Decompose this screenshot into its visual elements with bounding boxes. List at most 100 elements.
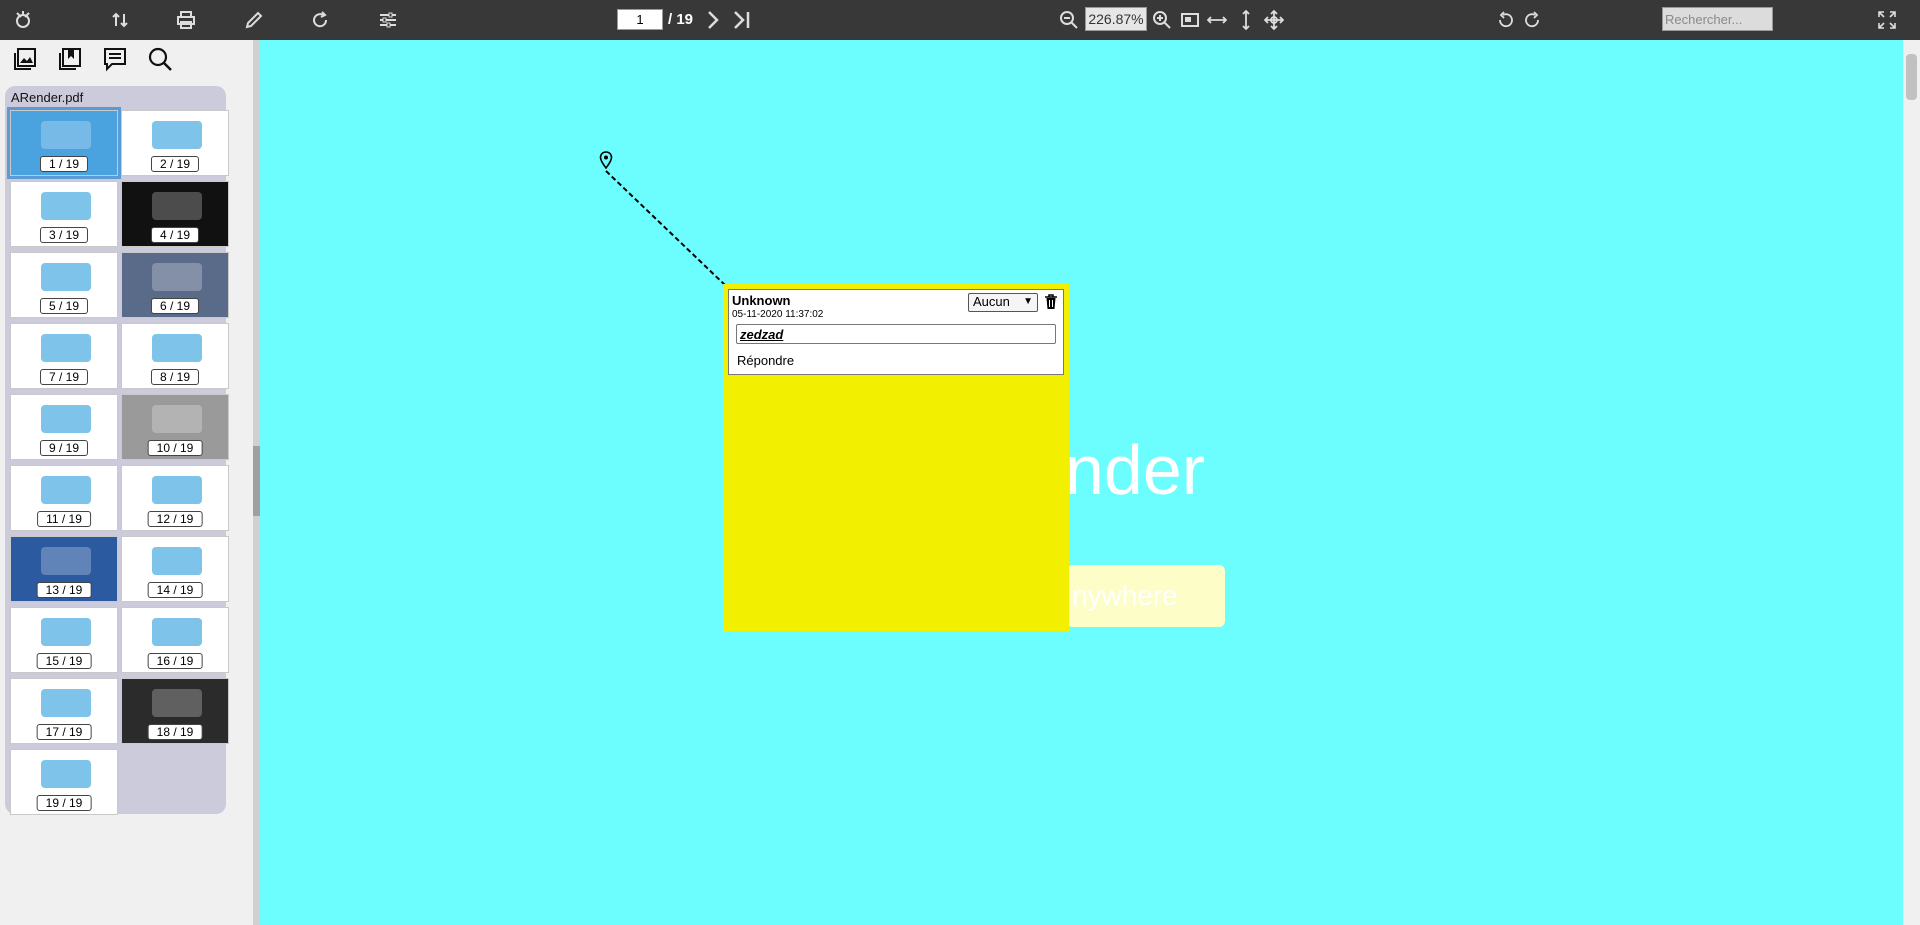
thumbnail-preview: [41, 760, 91, 788]
print-icon[interactable]: [172, 6, 200, 34]
thumbnail-preview: [152, 192, 202, 220]
page-thumbnail[interactable]: 19 / 19: [10, 749, 118, 815]
rotate-left-icon[interactable]: [1491, 6, 1519, 34]
page-thumbnail[interactable]: 16 / 19: [121, 607, 229, 673]
thumbnail-label: 2 / 19: [150, 156, 200, 172]
scrollbar-thumb[interactable]: [1906, 54, 1917, 100]
chevron-down-icon: ▼: [1023, 296, 1033, 307]
thumbnail-preview: [41, 476, 91, 504]
thumbnails-tab-icon[interactable]: [10, 44, 40, 74]
thumbnail-preview: [41, 405, 91, 433]
last-page-icon[interactable]: [728, 6, 756, 34]
reply-link[interactable]: Répondre: [737, 353, 794, 368]
fullscreen-icon[interactable]: [1873, 6, 1901, 34]
page-thumbnail[interactable]: 17 / 19: [10, 678, 118, 744]
document-name: ARender.pdf: [11, 90, 84, 105]
thumbnail-label: 11 / 19: [37, 511, 91, 527]
page-thumbnail[interactable]: 18 / 19: [121, 678, 229, 744]
thumbnail-label: 9 / 19: [39, 440, 89, 456]
thumbnail-preview: [41, 263, 91, 291]
sort-icon[interactable]: [106, 6, 134, 34]
rotate-right-icon[interactable]: [1519, 6, 1547, 34]
arender-logo-icon[interactable]: [9, 6, 37, 34]
main-toolbar: 1 / 19 226.87% Rechercher...: [0, 0, 1920, 40]
thumbnail-preview: [152, 689, 202, 717]
thumbnail-label: 16 / 19: [147, 653, 203, 669]
page-thumbnail[interactable]: 3 / 19: [10, 181, 118, 247]
search-input[interactable]: Rechercher...: [1662, 7, 1773, 31]
sidebar-tabs: [0, 40, 254, 78]
annotation-connector-line: [605, 170, 727, 287]
thumbnail-label: 6 / 19: [150, 298, 200, 314]
thumbnail-label: 3 / 19: [39, 227, 89, 243]
fit-height-icon[interactable]: [1232, 6, 1260, 34]
vertical-scrollbar[interactable]: [1903, 40, 1920, 925]
refresh-icon[interactable]: [306, 6, 334, 34]
pencil-icon[interactable]: [240, 6, 268, 34]
thumbnail-preview: [41, 618, 91, 646]
thumbnail-label: 18 / 19: [147, 724, 203, 740]
thumbnail-preview: [152, 618, 202, 646]
bookmarks-tab-icon[interactable]: [55, 44, 85, 74]
comment-status-select[interactable]: Aucun ▼: [968, 293, 1038, 312]
page-thumbnail[interactable]: 11 / 19: [10, 465, 118, 531]
document-viewer[interactable]: nder nywhere Unknown 05-11-2020 11:37:02…: [260, 40, 1903, 925]
page-thumbnail[interactable]: 7 / 19: [10, 323, 118, 389]
page-thumbnail[interactable]: 2 / 19: [121, 110, 229, 176]
thumbnail-preview: [41, 547, 91, 575]
thumbnail-preview: [41, 121, 91, 149]
thumbnail-preview: [152, 476, 202, 504]
page-thumbnail[interactable]: 4 / 19: [121, 181, 229, 247]
page-thumbnail[interactable]: 12 / 19: [121, 465, 229, 531]
thumbnail-label: 4 / 19: [150, 227, 200, 243]
page-thumbnail[interactable]: 14 / 19: [121, 536, 229, 602]
page-number-input[interactable]: 1: [617, 9, 663, 30]
thumbnail-sidebar: ARender.pdf 1 / 19 2 / 19 3 / 19 4 / 19 5 / …: [0, 40, 255, 925]
page-thumbnail[interactable]: 8 / 19: [121, 323, 229, 389]
delete-trash-icon[interactable]: [1044, 294, 1058, 310]
page-thumbnail[interactable]: 15 / 19: [10, 607, 118, 673]
location-pin-icon[interactable]: [599, 151, 613, 169]
splitter-grip[interactable]: [253, 446, 260, 516]
thumbnail-label: 17 / 19: [36, 724, 92, 740]
fit-page-icon[interactable]: [1176, 6, 1204, 34]
comments-tab-icon[interactable]: [100, 44, 130, 74]
thumbnail-label: 5 / 19: [39, 298, 89, 314]
thumbnail-label: 12 / 19: [147, 511, 203, 527]
thumbnail-preview: [41, 192, 91, 220]
thumbnail-label: 10 / 19: [147, 440, 203, 456]
page-thumbnail[interactable]: 9 / 19: [10, 394, 118, 460]
thumbnail-preview: [41, 689, 91, 717]
settings-sliders-icon[interactable]: [374, 6, 402, 34]
zoom-out-icon[interactable]: [1055, 6, 1083, 34]
page-thumbnail[interactable]: 10 / 19: [121, 394, 229, 460]
thumbnail-label: 1 / 19: [39, 156, 89, 172]
document-thumbnail-panel: ARender.pdf 1 / 19 2 / 19 3 / 19 4 / 19 5 / …: [5, 86, 229, 815]
comment-status-value: Aucun: [973, 294, 1010, 309]
page-thumbnail[interactable]: 5 / 19: [10, 252, 118, 318]
page-thumbnail[interactable]: 1 / 19: [7, 107, 121, 179]
page-thumbnail[interactable]: 13 / 19: [10, 536, 118, 602]
search-tab-icon[interactable]: [145, 44, 175, 74]
thumbnail-label: 8 / 19: [150, 369, 200, 385]
thumbnail-label: 7 / 19: [39, 369, 89, 385]
pan-move-icon[interactable]: [1260, 6, 1288, 34]
fit-width-icon[interactable]: [1203, 6, 1231, 34]
page-thumbnail[interactable]: 6 / 19: [121, 252, 229, 318]
thumbnail-preview: [41, 334, 91, 362]
page-total: / 19: [668, 11, 694, 28]
comment-author: Unknown: [732, 293, 791, 308]
comment-date: 05-11-2020 11:37:02: [732, 309, 824, 320]
thumbnail-label: 13 / 19: [36, 582, 92, 598]
comment-text-field[interactable]: zedzad: [736, 324, 1056, 344]
zoom-level-input[interactable]: 226.87%: [1085, 7, 1147, 31]
next-page-icon[interactable]: [699, 6, 727, 34]
thumbnail-preview: [152, 405, 202, 433]
thumbnail-label: 19 / 19: [36, 795, 92, 811]
thumbnail-preview: [152, 547, 202, 575]
comment-popup: Unknown 05-11-2020 11:37:02 Aucun ▼ zedz…: [728, 289, 1064, 375]
thumbnail-preview: [152, 263, 202, 291]
thumbnail-label: 15 / 19: [36, 653, 92, 669]
zoom-in-icon[interactable]: [1148, 6, 1176, 34]
thumbnail-preview: [152, 121, 202, 149]
